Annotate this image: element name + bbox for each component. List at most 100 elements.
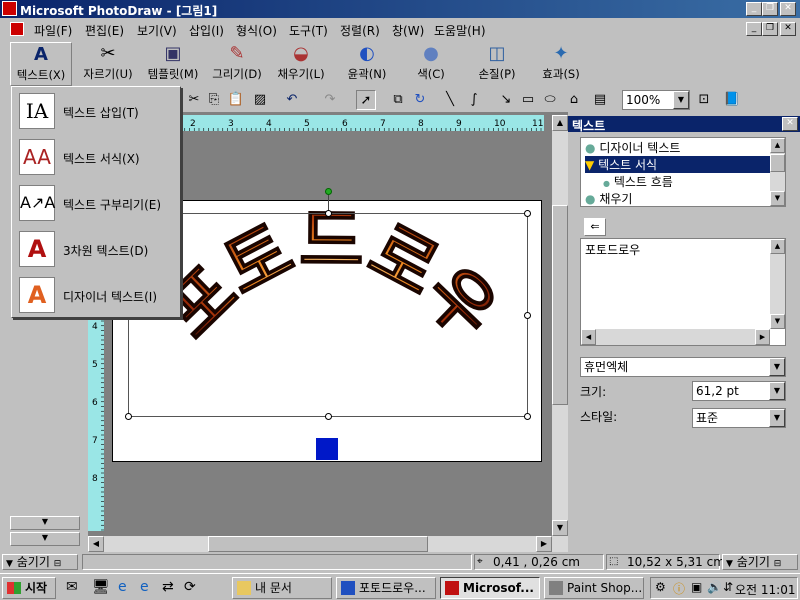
- crop-menu-button[interactable]: ✂ 자르기(U): [77, 42, 139, 86]
- resize-handle-sw[interactable]: [125, 413, 132, 420]
- list-item-text-flow[interactable]: ● 텍스트 흐름: [603, 173, 673, 190]
- group-icon[interactable]: ⧉: [388, 90, 408, 110]
- text-direction-icon[interactable]: ⇐: [584, 218, 606, 236]
- menu-item-insert-text[interactable]: IA 텍스트 삽입(T): [15, 89, 179, 133]
- text-input-box[interactable]: 포토드로우 ▲ ▼ ◀ ▶: [580, 238, 786, 346]
- minimize-button[interactable]: _: [746, 2, 762, 16]
- text-menu-button[interactable]: A 텍스트(X): [10, 42, 72, 86]
- paste-icon[interactable]: 📋: [226, 90, 246, 110]
- resize-handle-n[interactable]: [325, 210, 332, 217]
- menu-item-designer-text[interactable]: A 디자이너 텍스트(I): [15, 273, 179, 317]
- rotate-icon[interactable]: ↻: [410, 90, 430, 110]
- scroll-left-button[interactable]: ◀: [88, 536, 104, 552]
- tray-info-icon[interactable]: ⓘ: [673, 580, 685, 597]
- textbox-hscrollbar[interactable]: ◀ ▶: [581, 329, 770, 345]
- arrow-icon[interactable]: ↘: [496, 90, 516, 110]
- scroll-right-button[interactable]: ▶: [536, 536, 552, 552]
- restore-button[interactable]: ❐: [762, 2, 778, 16]
- doc-close-button[interactable]: ✕: [780, 22, 796, 36]
- zoom-select[interactable]: 100% ▼: [622, 90, 690, 110]
- doc-restore-button[interactable]: ❐: [762, 22, 778, 36]
- undo-icon[interactable]: ↶: [282, 90, 302, 110]
- resize-handle-e[interactable]: [524, 312, 531, 319]
- pointer-icon[interactable]: ➚: [356, 90, 376, 110]
- style-select[interactable]: 표준 ▼: [692, 408, 786, 428]
- menu-insert[interactable]: 삽입(I): [189, 22, 224, 39]
- draw-menu-button[interactable]: ✎ 그리기(D): [206, 42, 268, 86]
- scroll-down-arrow-button[interactable]: ▼: [552, 520, 568, 536]
- curve-icon[interactable]: ∫: [464, 90, 484, 110]
- start-button[interactable]: 시작: [2, 577, 56, 599]
- network-icon[interactable]: ⇄: [162, 579, 180, 597]
- document-icon[interactable]: [10, 22, 24, 36]
- zoom-fit-icon[interactable]: ⊡: [694, 90, 714, 110]
- hide-scrap-button[interactable]: ▼ 숨기기 ⊟: [2, 554, 78, 570]
- menu-item-3d-text[interactable]: A 3차원 텍스트(D): [15, 227, 179, 271]
- menu-file[interactable]: 파일(F): [34, 22, 72, 39]
- tray-display-icon[interactable]: ▣: [691, 580, 702, 594]
- scroll-up-button[interactable]: ▲: [552, 115, 568, 131]
- list-scrollbar[interactable]: ▲ ▼: [770, 138, 785, 206]
- fill-menu-button[interactable]: ◒ 채우기(L): [270, 42, 332, 86]
- font-select[interactable]: 휴먼엑체 ▼: [580, 357, 786, 377]
- list-scroll-thumb[interactable]: [770, 154, 785, 172]
- workpane-close-button[interactable]: ✕: [782, 117, 798, 131]
- horizontal-scroll-thumb[interactable]: [208, 536, 428, 552]
- redo-icon[interactable]: ↷: [320, 90, 340, 110]
- horizontal-scrollbar[interactable]: ◀ ▶: [88, 536, 568, 552]
- menu-help[interactable]: 도움말(H): [434, 22, 486, 39]
- menu-format[interactable]: 형식(O): [236, 22, 277, 39]
- menu-arrange[interactable]: 정렬(R): [340, 22, 380, 39]
- textbox-scroll-down-button[interactable]: ▼: [770, 314, 785, 329]
- doc-minimize-button[interactable]: _: [746, 22, 762, 36]
- touchup-menu-button[interactable]: ◫ 손질(P): [466, 42, 528, 86]
- volume-icon[interactable]: 🔊: [707, 580, 722, 594]
- size-select[interactable]: 61,2 pt ▼: [692, 381, 786, 401]
- copy-icon[interactable]: ⎘: [204, 90, 224, 110]
- textbox-vscrollbar[interactable]: ▲ ▼: [770, 239, 785, 329]
- rectangle-icon[interactable]: ▭: [518, 90, 538, 110]
- tray-network-icon[interactable]: ⇵: [723, 580, 733, 594]
- resize-handle-se[interactable]: [524, 413, 531, 420]
- list-item-designer-text[interactable]: ● 디자이너 텍스트: [585, 139, 680, 156]
- scroll-down-button[interactable]: ▼: [10, 516, 80, 530]
- task-my-documents[interactable]: 내 문서: [232, 577, 332, 599]
- textbox-scroll-up-button[interactable]: ▲: [770, 239, 785, 254]
- effects-menu-button[interactable]: ✦ 효과(S): [530, 42, 592, 86]
- selection-box[interactable]: [128, 213, 528, 417]
- text-tool-icon[interactable]: ▤: [590, 90, 610, 110]
- app-icon[interactable]: [2, 1, 17, 16]
- color-menu-button[interactable]: ● 색(C): [400, 42, 462, 86]
- menu-window[interactable]: 창(W): [392, 22, 424, 39]
- list-item-format-text[interactable]: ▼ 텍스트 서식: [585, 156, 771, 173]
- list-scroll-down-button[interactable]: ▼: [770, 191, 785, 206]
- resize-handle-s[interactable]: [325, 413, 332, 420]
- menu-edit[interactable]: 편집(E): [85, 22, 124, 39]
- ie-icon[interactable]: e: [118, 579, 136, 597]
- ellipse-icon[interactable]: ⬭: [540, 90, 560, 110]
- menu-item-bend-text[interactable]: A↗A 텍스트 구부리기(E): [15, 181, 179, 225]
- desktop-icon[interactable]: 🖥: [92, 579, 110, 597]
- scroll-bottom-button[interactable]: ▼: [10, 532, 80, 546]
- template-menu-button[interactable]: ▣ 템플릿(M): [142, 42, 204, 86]
- rotate-handle[interactable]: [325, 188, 332, 195]
- task-word-doc[interactable]: 포토드로우...: [336, 577, 436, 599]
- task-photodraw[interactable]: Microsof...: [440, 577, 540, 599]
- list-item-fill[interactable]: ● 채우기: [585, 190, 632, 207]
- vertical-scroll-thumb[interactable]: [552, 205, 568, 405]
- vertical-scrollbar[interactable]: ▲ ▼: [552, 115, 568, 536]
- sync-icon[interactable]: ⟳: [184, 579, 202, 597]
- resize-handle-ne[interactable]: [524, 210, 531, 217]
- outlook-icon[interactable]: ✉: [66, 579, 84, 597]
- format-painter-icon[interactable]: ▨: [250, 90, 270, 110]
- hide-workpane-button[interactable]: ▼ 숨기기 ⊟: [722, 554, 798, 570]
- line-icon[interactable]: ╲: [440, 90, 460, 110]
- menu-item-format-text[interactable]: AA 텍스트 서식(X): [15, 135, 179, 179]
- list-scroll-up-button[interactable]: ▲: [770, 138, 785, 153]
- close-button[interactable]: ✕: [780, 2, 796, 16]
- outline-menu-button[interactable]: ◐ 윤곽(N): [336, 42, 398, 86]
- textbox-scroll-right-button[interactable]: ▶: [755, 329, 770, 345]
- ie2-icon[interactable]: e: [140, 579, 158, 597]
- menu-view[interactable]: 보기(V): [137, 22, 177, 39]
- textbox-scroll-left-button[interactable]: ◀: [581, 329, 596, 345]
